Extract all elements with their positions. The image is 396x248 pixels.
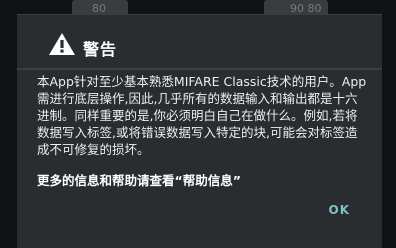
warning-triangle-icon (48, 32, 76, 56)
dialog-header: 警告 (17, 15, 382, 70)
dialog-title: 警告 (83, 40, 118, 59)
ok-button[interactable]: OK (329, 203, 351, 217)
warning-dialog: 警告 本App针对至少基本熟悉MIFARE Classic技术的用户。App需进… (17, 14, 382, 248)
more-info-text: 更多的信息和帮助请查看“帮助信息” (37, 173, 241, 188)
dialog-message: 本App针对至少基本熟悉MIFARE Classic技术的用户。App需进行底层… (37, 74, 367, 157)
